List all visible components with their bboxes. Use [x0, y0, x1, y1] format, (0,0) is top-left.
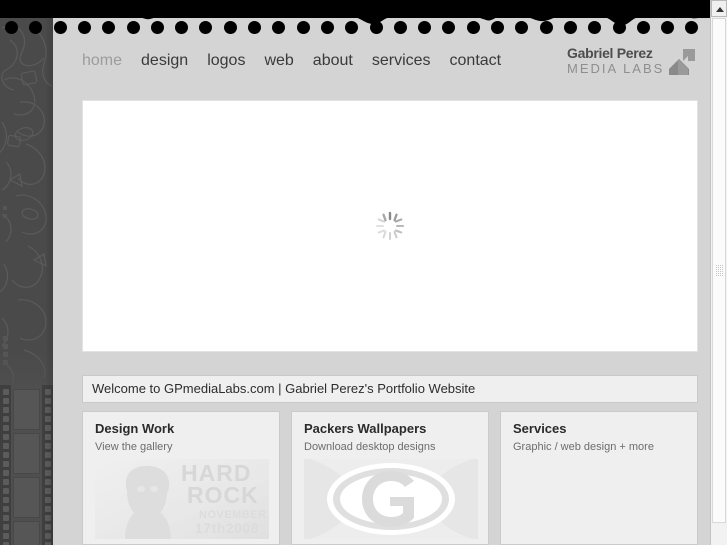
grip-dot	[718, 265, 719, 266]
grip-dot	[718, 275, 719, 276]
grip-dot	[722, 265, 723, 266]
film-frame	[13, 433, 40, 474]
grip-dot	[718, 267, 719, 268]
film-frame	[13, 521, 40, 545]
welcome-message: Welcome to GPmediaLabs.com | Gabriel Per…	[92, 381, 476, 396]
card-packers-wallpapers[interactable]: Packers Wallpapers Download desktop desi…	[291, 411, 489, 545]
grip-dot	[716, 273, 717, 274]
loading-spinner-icon	[376, 211, 405, 240]
main-content-stage	[82, 100, 698, 352]
grip-dot	[720, 265, 721, 266]
card-title: Design Work	[95, 421, 175, 436]
film-sprocket-hole	[3, 488, 9, 494]
film-sprocket-hole	[3, 533, 9, 539]
welcome-bar: Welcome to GPmediaLabs.com | Gabriel Per…	[82, 375, 698, 403]
film-sprocket-hole	[3, 479, 9, 485]
site-logo[interactable]: Gabriel Perez MEDIA LABS	[567, 46, 697, 84]
grip-dot	[716, 265, 717, 266]
grip-dot	[720, 271, 721, 272]
film-sprocket-hole	[3, 425, 9, 431]
film-sprocket-hole	[3, 524, 9, 530]
film-sprocket-hole	[3, 515, 9, 521]
film-sprocket-hole	[3, 470, 9, 476]
nav-item-design[interactable]: design	[141, 48, 188, 73]
film-sprocket-hole	[3, 443, 9, 449]
card-services[interactable]: Services Graphic / web design + more	[500, 411, 698, 545]
grip-dot	[720, 269, 721, 270]
film-sprocket-hole	[3, 434, 9, 440]
nav-item-contact[interactable]: contact	[450, 48, 502, 73]
nav-item-about[interactable]: about	[313, 48, 353, 73]
film-sprocket-hole	[3, 398, 9, 404]
feature-cards-row: Design Work View the gallery HARD ROCK N…	[82, 411, 698, 545]
packers-g-logo-thumbnail[interactable]	[304, 459, 478, 539]
scrollbar-grip	[716, 265, 724, 276]
hard-rock-poster-thumbnail[interactable]: HARD ROCK NOVEMBER 17th2008	[95, 459, 269, 539]
grip-dot	[720, 273, 721, 274]
film-sprocket-hole	[3, 452, 9, 458]
film-sprocket-hole	[3, 416, 9, 422]
grip-dot	[722, 267, 723, 268]
film-sprocket-hole	[3, 389, 9, 395]
card-subtitle: View the gallery	[95, 441, 173, 453]
card-title: Services	[513, 421, 567, 436]
grip-dot	[718, 269, 719, 270]
film-sprocket-hole	[3, 497, 9, 503]
browser-page: home design logos web about services contact G…	[0, 0, 727, 545]
grip-dot	[720, 275, 721, 276]
card-subtitle: Download desktop designs	[304, 441, 436, 453]
grip-dot	[716, 275, 717, 276]
logo-wordmark: Gabriel Perez MEDIA LABS	[567, 45, 665, 77]
film-sprocket-hole	[3, 407, 9, 413]
nav-item-home[interactable]: home	[82, 48, 122, 73]
scrollbar-thumb[interactable]	[712, 18, 726, 523]
grip-dot	[722, 275, 723, 276]
art-column-shading	[45, 18, 53, 545]
vertical-scrollbar[interactable]	[710, 0, 727, 545]
grip-dot	[722, 271, 723, 272]
grip-dot	[718, 271, 719, 272]
grip-dot	[716, 267, 717, 268]
film-sprocket-hole	[3, 461, 9, 467]
film-frame	[13, 477, 40, 518]
card-design-work[interactable]: Design Work View the gallery HARD ROCK N…	[82, 411, 280, 545]
card-subtitle: Graphic / web design + more	[513, 441, 654, 453]
scroll-up-arrow-icon[interactable]	[711, 0, 727, 17]
nav-item-logos[interactable]: logos	[207, 48, 245, 73]
grip-dot	[722, 269, 723, 270]
logo-tagline: MEDIA LABS	[567, 61, 665, 76]
film-sprocket-hole	[3, 506, 9, 512]
grip-dot	[720, 267, 721, 268]
film-frame	[13, 389, 40, 430]
grip-dot	[718, 273, 719, 274]
grip-dot	[716, 271, 717, 272]
nav-item-web[interactable]: web	[264, 48, 293, 73]
site-header: home design logos web about services contact G…	[53, 40, 710, 100]
grip-dot	[722, 273, 723, 274]
content-column: home design logos web about services contact G…	[53, 40, 710, 545]
main-navigation[interactable]: home design logos web about services contact	[82, 48, 552, 73]
nav-item-services[interactable]: services	[372, 48, 431, 73]
logo-name: Gabriel Perez	[567, 45, 653, 61]
card-title: Packers Wallpapers	[304, 421, 427, 436]
left-decorative-art-column	[0, 18, 53, 545]
grip-dot	[716, 269, 717, 270]
arrow-down-left-icon	[669, 49, 695, 75]
